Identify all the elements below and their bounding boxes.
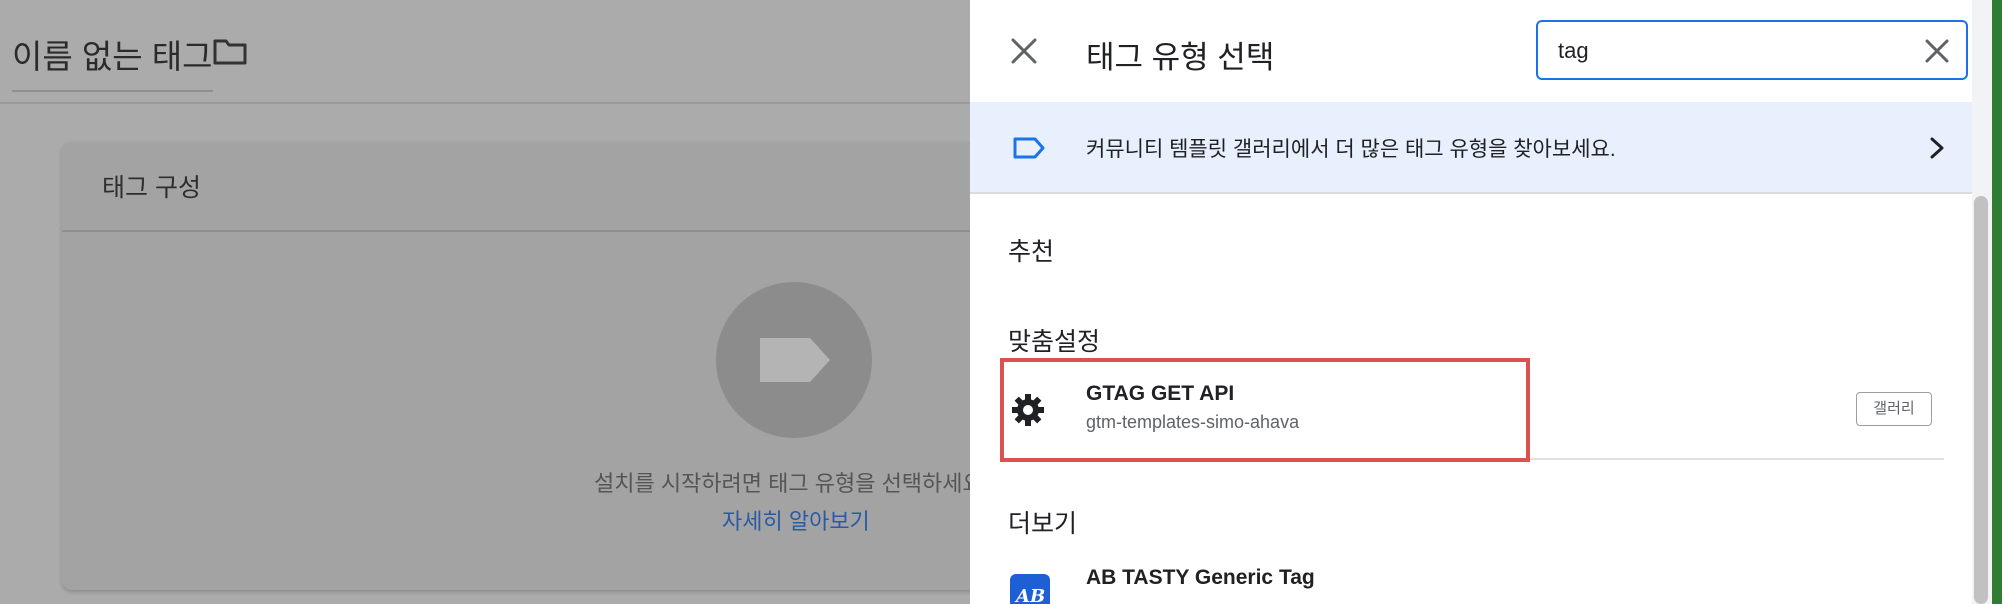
gallery-banner-text: 커뮤니티 템플릿 갤러리에서 더 많은 태그 유형을 찾아보세요.: [1086, 138, 1616, 161]
section-more: 더보기: [1008, 510, 1078, 538]
tag-outline-icon: [1012, 136, 1046, 165]
learn-more-link[interactable]: 자세히 알아보기: [722, 504, 870, 536]
panel-header: 태그 유형 선택: [970, 0, 1972, 102]
chevron-right-icon[interactable]: [1928, 136, 1946, 165]
list-item[interactable]: AB AB TASTY Generic Tag: [1000, 564, 1944, 604]
gallery-badge: 갤러리: [1856, 392, 1932, 426]
tag-type-name: GTAG GET API: [1086, 382, 1235, 405]
panel-title: 태그 유형 선택: [1086, 40, 1275, 75]
section-recommended: 추천: [1008, 238, 1055, 266]
editor-header: 이름 없는 태그: [0, 0, 1000, 104]
section-custom: 맞춤설정: [1008, 328, 1101, 356]
search-box[interactable]: [1536, 20, 1968, 80]
tag-name-field[interactable]: 이름 없는 태그: [12, 30, 213, 92]
tag-configuration-card[interactable]: 태그 구성 설치를 시작하려면 태그 유형을 선택하세요 자세히 알아보기: [62, 142, 1022, 590]
folder-icon[interactable]: [212, 36, 248, 71]
tag-type-list: 추천 맞춤설정 GTAG GET API gtm-templates-simo-…: [970, 194, 1972, 604]
community-gallery-banner[interactable]: 커뮤니티 템플릿 갤러리에서 더 많은 태그 유형을 찾아보세요.: [970, 102, 1972, 194]
abtasty-logo-icon: AB: [1010, 574, 1050, 604]
window-edge: [1992, 0, 2002, 604]
tag-placeholder-icon[interactable]: [716, 282, 872, 438]
card-title: 태그 구성: [102, 174, 201, 202]
scrollbar[interactable]: [1974, 196, 1988, 604]
tag-type-panel: 태그 유형 선택 커뮤니티 템플릿 갤러리에서 더 많은 태그 유형을 찾아보세…: [970, 0, 1972, 604]
card-divider: [62, 230, 1022, 232]
close-icon[interactable]: [1010, 37, 1038, 70]
tag-type-subtitle: gtm-templates-simo-ahava: [1086, 412, 1300, 432]
list-item[interactable]: GTAG GET API gtm-templates-simo-ahava 갤러…: [1000, 362, 1944, 460]
tag-type-name: AB TASTY Generic Tag: [1086, 566, 1315, 589]
gear-icon: [1010, 392, 1046, 433]
setup-hint: 설치를 시작하려면 태그 유형을 선택하세요: [594, 471, 983, 496]
search-input[interactable]: [1556, 35, 1900, 67]
clear-search-icon[interactable]: [1924, 38, 1950, 69]
